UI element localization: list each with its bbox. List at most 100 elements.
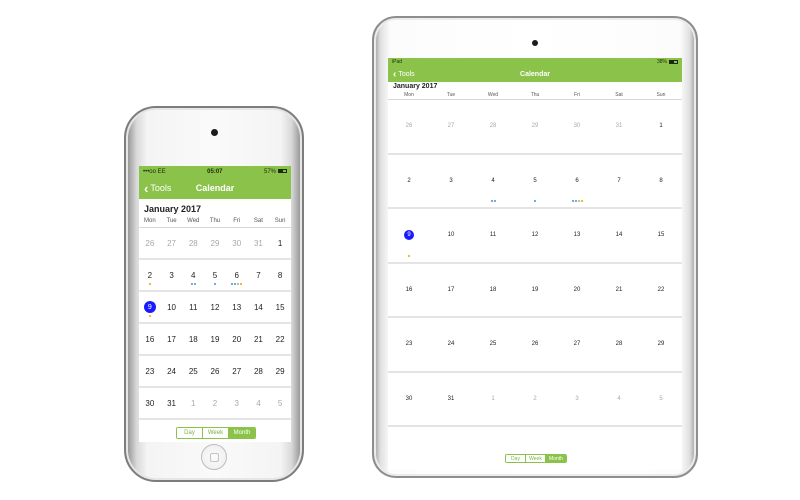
calendar-day[interactable]: 31: [160, 388, 183, 420]
calendar-day[interactable]: 5: [269, 388, 291, 420]
calendar-day[interactable]: 30: [139, 388, 161, 420]
calendar-day[interactable]: 23: [139, 356, 161, 388]
calendar-day[interactable]: 27: [430, 100, 472, 155]
calendar-day[interactable]: 22: [640, 264, 682, 318]
calendar-day[interactable]: 14: [598, 209, 640, 264]
segment-week[interactable]: Week: [526, 455, 546, 462]
calendar-day[interactable]: 21: [247, 324, 270, 356]
calendar-day[interactable]: 7: [247, 260, 270, 292]
day-number: 29: [275, 366, 285, 376]
calendar-day[interactable]: 28: [182, 228, 205, 260]
home-button[interactable]: [201, 444, 227, 470]
calendar-day[interactable]: 28: [247, 356, 270, 388]
calendar-day[interactable]: 29: [269, 356, 291, 388]
calendar-day[interactable]: 5: [204, 260, 226, 292]
battery-indicator: 38%: [657, 59, 678, 65]
calendar-day[interactable]: 3: [160, 260, 183, 292]
calendar-day[interactable]: 2: [388, 155, 430, 209]
calendar-day[interactable]: 25: [472, 318, 514, 373]
calendar-day[interactable]: 24: [430, 318, 472, 373]
calendar-day[interactable]: 19: [514, 264, 556, 318]
calendar-day[interactable]: 8: [269, 260, 291, 292]
calendar-day[interactable]: 21: [598, 264, 640, 318]
segment-month[interactable]: Month: [229, 428, 255, 438]
calendar-day[interactable]: 1: [269, 228, 291, 260]
calendar-day[interactable]: 18: [472, 264, 514, 318]
calendar-day[interactable]: 4: [598, 373, 640, 427]
calendar-day[interactable]: 1: [472, 373, 514, 427]
calendar-day[interactable]: 3: [430, 155, 472, 209]
calendar-day[interactable]: 29: [514, 100, 556, 155]
calendar-day[interactable]: 27: [225, 356, 248, 388]
calendar-day[interactable]: 22: [269, 324, 291, 356]
calendar-day[interactable]: 14: [247, 292, 270, 324]
calendar-day[interactable]: 7: [598, 155, 640, 209]
calendar-day[interactable]: 12: [204, 292, 226, 324]
calendar-day[interactable]: 10: [160, 292, 183, 324]
calendar-day[interactable]: 2: [139, 260, 161, 292]
calendar-day[interactable]: 1: [640, 100, 682, 155]
calendar-day[interactable]: 26: [388, 100, 430, 155]
battery-percent: 57%: [263, 168, 276, 175]
calendar-day[interactable]: 11: [182, 292, 205, 324]
calendar-day[interactable]: 16: [388, 264, 430, 318]
day-number: 2: [533, 395, 537, 402]
calendar-day[interactable]: 30: [556, 100, 598, 155]
calendar-day-today[interactable]: 9: [139, 292, 161, 324]
segment-month[interactable]: Month: [546, 455, 566, 462]
day-number: 30: [573, 123, 581, 130]
calendar-day[interactable]: 28: [598, 318, 640, 373]
day-number: 28: [489, 123, 497, 130]
calendar-day[interactable]: 5: [640, 373, 682, 427]
calendar-day[interactable]: 27: [160, 228, 183, 260]
calendar-day[interactable]: 31: [430, 373, 472, 427]
calendar-day[interactable]: 29: [640, 318, 682, 373]
calendar-day[interactable]: 20: [225, 324, 248, 356]
calendar-day[interactable]: 18: [182, 324, 205, 356]
segment-day[interactable]: Day: [177, 428, 203, 438]
calendar-day[interactable]: 4: [472, 155, 514, 209]
calendar-day[interactable]: 19: [204, 324, 226, 356]
calendar-day[interactable]: 20: [556, 264, 598, 318]
back-button[interactable]: ‹ Tools: [139, 181, 171, 196]
calendar-day[interactable]: 1: [182, 388, 205, 420]
calendar-day[interactable]: 26: [139, 228, 161, 260]
calendar-day[interactable]: 16: [139, 324, 161, 356]
calendar-day[interactable]: 31: [247, 228, 270, 260]
calendar-day[interactable]: 27: [556, 318, 598, 373]
calendar-day[interactable]: 30: [225, 228, 248, 260]
calendar-day[interactable]: 25: [182, 356, 205, 388]
calendar-day[interactable]: 17: [160, 324, 183, 356]
calendar-day[interactable]: 15: [640, 209, 682, 264]
calendar-day[interactable]: 8: [640, 155, 682, 209]
calendar-day[interactable]: 3: [225, 388, 248, 420]
calendar-day[interactable]: 5: [514, 155, 556, 209]
calendar-day[interactable]: 24: [160, 356, 183, 388]
calendar-day[interactable]: 17: [430, 264, 472, 318]
calendar-day[interactable]: 2: [204, 388, 226, 420]
calendar-day[interactable]: 12: [514, 209, 556, 264]
back-button[interactable]: ‹ Tools: [388, 69, 415, 80]
calendar-day[interactable]: 28: [472, 100, 514, 155]
calendar-day[interactable]: 6: [225, 260, 248, 292]
segment-week[interactable]: Week: [203, 428, 229, 438]
calendar-day[interactable]: 13: [556, 209, 598, 264]
calendar-day-today[interactable]: 9: [388, 209, 430, 264]
calendar-day[interactable]: 13: [225, 292, 248, 324]
calendar-day[interactable]: 4: [182, 260, 205, 292]
calendar-day[interactable]: 15: [269, 292, 291, 324]
calendar-day[interactable]: 4: [247, 388, 270, 420]
calendar-day[interactable]: 30: [388, 373, 430, 427]
calendar-day[interactable]: 26: [204, 356, 226, 388]
segment-day[interactable]: Day: [506, 455, 526, 462]
calendar-day[interactable]: 26: [514, 318, 556, 373]
calendar-day[interactable]: 10: [430, 209, 472, 264]
calendar-day[interactable]: 11: [472, 209, 514, 264]
calendar-day[interactable]: 31: [598, 100, 640, 155]
day-number: 5: [659, 395, 663, 402]
calendar-day[interactable]: 3: [556, 373, 598, 427]
calendar-day[interactable]: 2: [514, 373, 556, 427]
calendar-day[interactable]: 29: [204, 228, 226, 260]
calendar-day[interactable]: 23: [388, 318, 430, 373]
calendar-day[interactable]: 6: [556, 155, 598, 209]
